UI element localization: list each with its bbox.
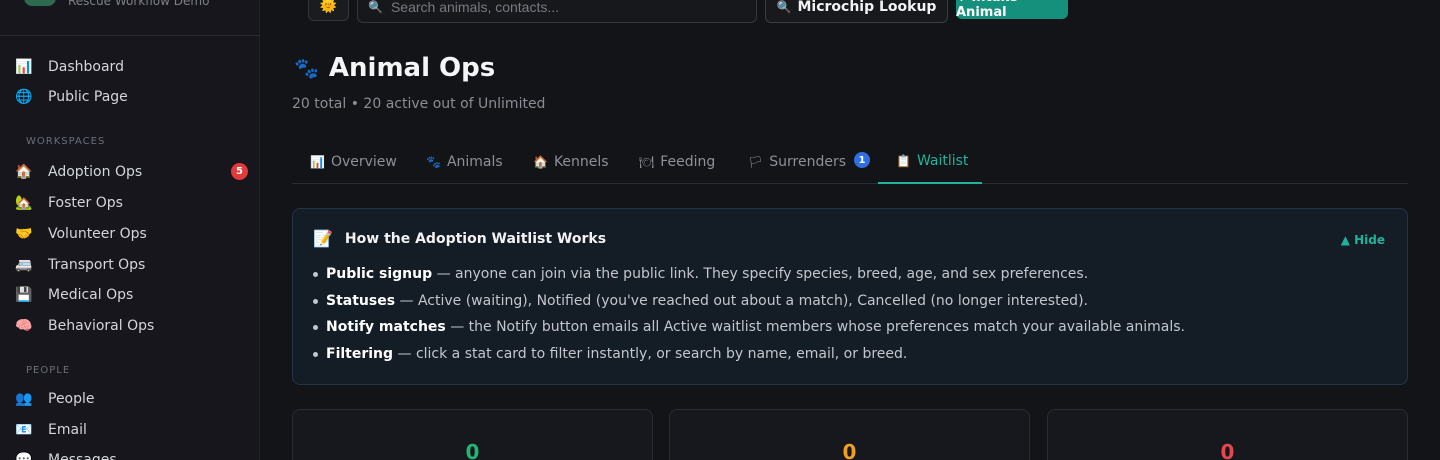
page-title-text: Animal Ops <box>328 53 496 83</box>
sun-icon: 🌞 <box>319 0 338 14</box>
brain-icon: 🧠 <box>15 318 33 334</box>
rule-text: — Active (waiting), Notified (you've rea… <box>395 292 1088 309</box>
people-heading: PEOPLE <box>26 365 71 376</box>
tab-label: Waitlist <box>916 153 969 169</box>
rule-term: Public signup <box>326 266 433 282</box>
intake-animal-button[interactable]: + Intake Animal <box>956 0 1068 20</box>
stat-card-cancelled[interactable]: 0 <box>1047 409 1408 460</box>
list-item: Filtering — click a stat card to filter … <box>313 345 1373 372</box>
tab-overview[interactable]: 📊 Overview <box>310 140 397 184</box>
sidebar-item-label: Messages <box>48 452 117 460</box>
sidebar-item-medical-ops[interactable]: 💾 Medical Ops <box>0 281 260 309</box>
tab-feeding[interactable]: 🍽 Feeding <box>639 140 715 184</box>
rule-term: Statuses <box>326 292 396 309</box>
sidebar-item-messages[interactable]: 💬 Messages <box>0 446 260 460</box>
page-subtitle: 20 total • 20 active out of Unlimited <box>292 96 546 112</box>
tab-label: Feeding <box>660 154 716 170</box>
chart-icon: 📊 <box>15 59 33 75</box>
van-icon: 🚐 <box>15 257 33 273</box>
brand-subtitle: Rescue Workflow Demo <box>68 0 210 8</box>
info-panel-header: 📝 How the Adoption Waitlist Works <box>313 229 606 248</box>
count-badge: 1 <box>854 152 870 168</box>
tab-label: Overview <box>330 154 397 170</box>
search-input[interactable] <box>390 0 731 15</box>
sidebar-item-people[interactable]: 👥 People <box>0 385 260 413</box>
medical-disk-icon: 💾 <box>15 287 33 303</box>
sidebar-item-label: Public Page <box>48 89 128 105</box>
stat-value: 0 <box>842 440 857 460</box>
magnifier-icon: 🔍 <box>776 0 792 14</box>
sidebar-divider <box>0 35 260 36</box>
workspaces-heading: WORKSPACES <box>26 136 106 147</box>
sidebar-item-label: Volunteer Ops <box>48 226 147 242</box>
globe-icon: 🌐 <box>15 89 33 105</box>
house-icon: 🏠 <box>533 155 548 169</box>
page-title: 🐾 Animal Ops <box>294 50 495 86</box>
tab-bar: 📊 Overview 🐾 Animals 🏠 Kennels 🍽 Feeding… <box>292 140 1408 184</box>
rule-term: Notify matches <box>326 319 446 335</box>
rule-term: Filtering <box>326 345 394 362</box>
sidebar-item-email[interactable]: 📧 Email <box>0 416 260 444</box>
tab-waitlist[interactable]: 📋 Waitlist <box>878 140 982 184</box>
waitlist-info-panel: 📝 How the Adoption Waitlist Works ▲ Hide… <box>292 208 1408 385</box>
brand-logo[interactable] <box>24 0 56 6</box>
waitlist-rules-list: Public signup — anyone can join via the … <box>313 265 1373 371</box>
global-search[interactable]: 🔍 <box>357 0 757 23</box>
memo-icon: 📝 <box>313 229 333 248</box>
message-bubble-icon: 💬 <box>15 452 33 460</box>
tab-kennels[interactable]: 🏠 Kennels <box>533 140 609 184</box>
tab-surrenders[interactable]: 🏳 Surrenders 1 <box>748 140 870 184</box>
chart-icon: 📊 <box>310 155 325 169</box>
stat-value: 0 <box>465 440 480 460</box>
sidebar-item-behavioral-ops[interactable]: 🧠 Behavioral Ops <box>0 312 260 340</box>
sidebar-item-transport-ops[interactable]: 🚐 Transport Ops <box>0 251 260 279</box>
sidebar-item-label: People <box>48 391 95 407</box>
list-item: Notify matches — the Notify button email… <box>313 318 1373 345</box>
search-icon: 🔍 <box>368 0 383 14</box>
house-icon: 🏠 <box>15 164 33 180</box>
hide-info-button[interactable]: ▲ Hide <box>1341 233 1385 247</box>
info-panel-title: How the Adoption Waitlist Works <box>344 230 607 247</box>
sidebar-item-label: Behavioral Ops <box>48 318 155 334</box>
sidebar-item-adoption-ops[interactable]: 🏠 Adoption Ops 5 <box>0 158 260 186</box>
rule-text: — click a stat card to filter instantly,… <box>393 345 908 362</box>
tab-label: Surrenders <box>769 154 846 170</box>
paw-icon: 🐾 <box>294 56 319 80</box>
flag-icon: 🏳 <box>748 155 764 169</box>
sidebar-item-label: Medical Ops <box>48 287 134 303</box>
email-icon: 📧 <box>15 422 33 438</box>
microchip-lookup-button[interactable]: 🔍 Microchip Lookup <box>765 0 948 23</box>
stat-card-notified[interactable]: 0 <box>669 409 1030 460</box>
theme-toggle-button[interactable]: 🌞 <box>308 0 349 21</box>
microchip-lookup-label: Microchip Lookup <box>797 0 937 15</box>
stat-value: 0 <box>1220 440 1235 460</box>
tab-label: Animals <box>446 154 503 170</box>
sidebar-item-public-page[interactable]: 🌐 Public Page <box>0 83 260 111</box>
handshake-icon: 🤝 <box>15 226 33 242</box>
people-icon: 👥 <box>15 391 33 407</box>
rule-text: — anyone can join via the public link. T… <box>432 266 1089 282</box>
sidebar-item-label: Transport Ops <box>48 257 146 273</box>
paw-icon: 🐾 <box>426 155 441 169</box>
rule-text: — the Notify button emails all Active wa… <box>445 319 1185 335</box>
plate-icon: 🍽 <box>639 155 655 169</box>
sidebar-item-foster-ops[interactable]: 🏡 Foster Ops <box>0 189 260 217</box>
sidebar-item-label: Dashboard <box>48 59 124 75</box>
list-item: Statuses — Active (waiting), Notified (y… <box>313 292 1373 319</box>
list-item: Public signup — anyone can join via the … <box>313 265 1373 292</box>
stat-card-active[interactable]: 0 <box>292 409 653 460</box>
sidebar-item-label: Email <box>48 422 87 438</box>
sidebar-item-label: Foster Ops <box>48 195 123 211</box>
notification-badge: 5 <box>231 163 248 180</box>
sidebar: Rescue Workflow Demo 📊 Dashboard 🌐 Publi… <box>0 0 260 460</box>
sidebar-item-volunteer-ops[interactable]: 🤝 Volunteer Ops <box>0 220 260 248</box>
home-garden-icon: 🏡 <box>15 195 33 211</box>
sidebar-item-label: Adoption Ops <box>48 164 143 180</box>
sidebar-item-dashboard[interactable]: 📊 Dashboard <box>0 53 260 81</box>
tab-label: Kennels <box>553 154 609 170</box>
clipboard-icon: 📋 <box>896 154 911 168</box>
tab-animals[interactable]: 🐾 Animals <box>426 140 503 184</box>
